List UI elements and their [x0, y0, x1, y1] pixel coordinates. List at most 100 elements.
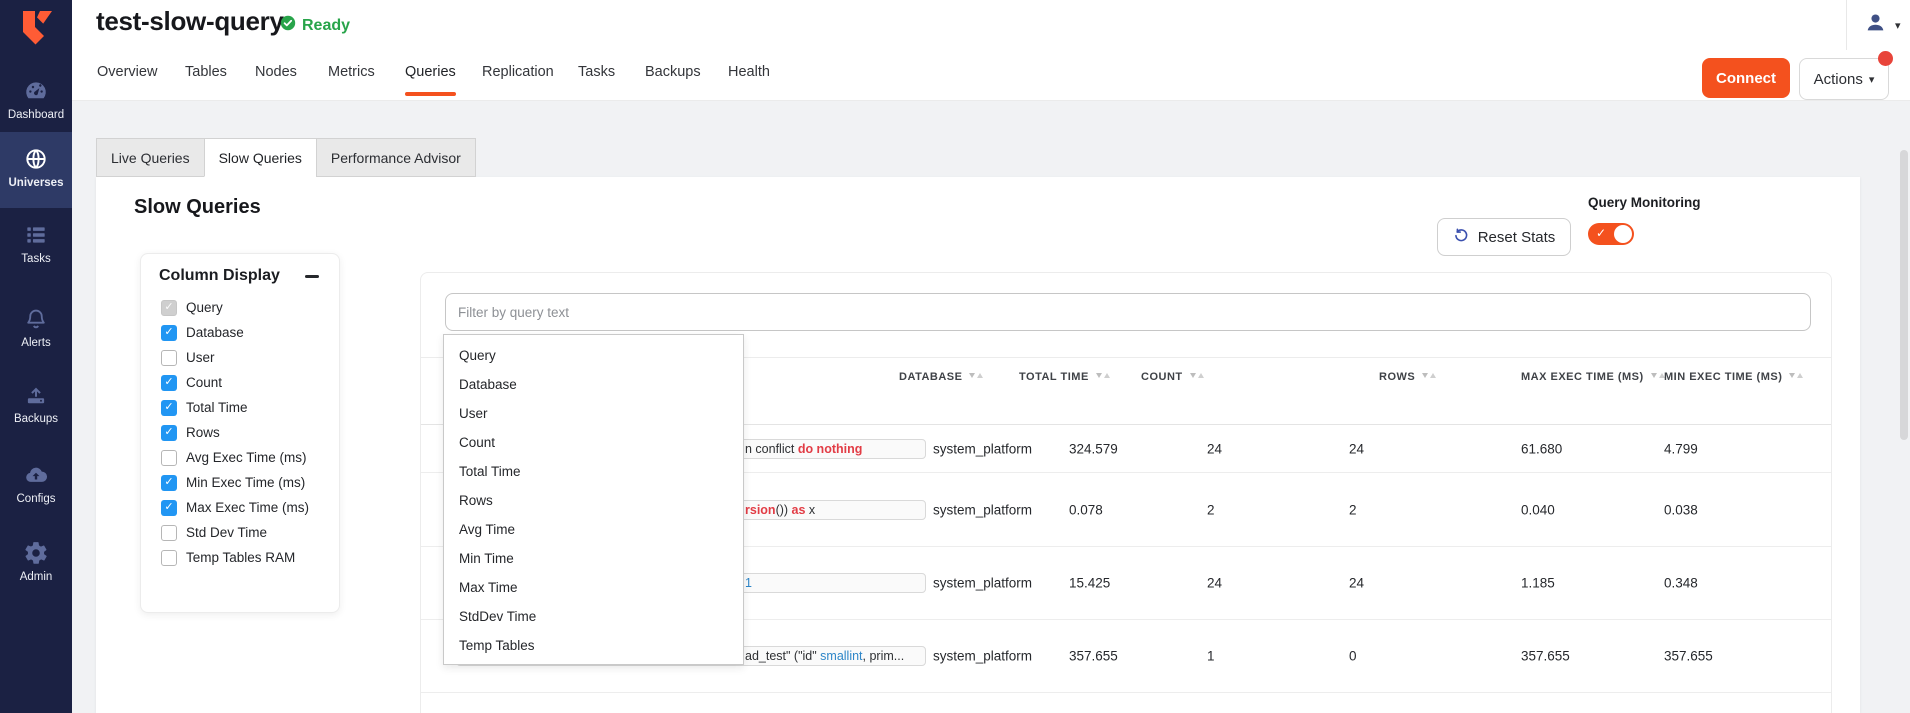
column-header-min[interactable]: MIN EXEC TIME (MS) [1664, 371, 1804, 383]
sidebar-item-alerts[interactable]: Alerts [0, 296, 72, 349]
check-circle-icon [280, 15, 296, 36]
dropdown-item-total-time[interactable]: Total Time [444, 457, 743, 486]
checkbox-checked-icon: ✓ [161, 500, 177, 516]
nav-tab-queries[interactable]: Queries [405, 64, 456, 96]
nav-tab-overview[interactable]: Overview [97, 64, 157, 96]
column-option-max-exec-time-ms[interactable]: ✓Max Exec Time (ms) [141, 495, 339, 520]
checkbox-checked-icon: ✓ [161, 400, 177, 416]
connect-button[interactable]: Connect [1702, 58, 1790, 98]
column-header-database[interactable]: DATABASE [899, 371, 984, 383]
sidebar-item-label: Admin [20, 571, 53, 583]
actions-button[interactable]: Actions ▾ [1799, 58, 1889, 100]
user-menu[interactable]: ▾ [1846, 0, 1910, 50]
sidebar: Dashboard Universes Tasks Alerts Backups Conf… [0, 0, 72, 713]
column-option-total-time[interactable]: ✓Total Time [141, 395, 339, 420]
subtab-slow-queries[interactable]: Slow Queries [204, 138, 317, 177]
query-fragment: , prim... [863, 649, 905, 663]
dashboard-gauge-icon [23, 78, 49, 104]
cell-database: system_platform [933, 576, 1032, 591]
column-display-title: Column Display [159, 267, 280, 285]
column-option-count[interactable]: ✓Count [141, 370, 339, 395]
column-header-total_time[interactable]: TOTAL TIME [1019, 371, 1111, 383]
sidebar-item-label: Universes [9, 177, 64, 189]
dropdown-item-stddev-time[interactable]: StdDev Time [444, 602, 743, 631]
column-option-rows[interactable]: ✓Rows [141, 420, 339, 445]
yugabyte-logo[interactable] [14, 7, 58, 51]
nav-tab-nodes[interactable]: Nodes [255, 64, 297, 96]
sidebar-item-universes[interactable]: Universes [0, 132, 72, 208]
subtab-live-queries[interactable]: Live Queries [96, 138, 205, 177]
column-header-label: ROWS [1379, 371, 1415, 383]
cell-database: system_platform [933, 502, 1032, 517]
dropdown-item-max-time[interactable]: Max Time [444, 573, 743, 602]
query-fragment: 1 [745, 576, 752, 590]
dropdown-item-count[interactable]: Count [444, 428, 743, 457]
column-header-label: MAX EXEC TIME (MS) [1521, 371, 1644, 383]
notification-dot [1878, 51, 1893, 66]
column-header-max[interactable]: MAX EXEC TIME (MS) [1521, 371, 1666, 383]
column-option-min-exec-time-ms[interactable]: ✓Min Exec Time (ms) [141, 470, 339, 495]
sidebar-item-label: Alerts [21, 337, 50, 349]
cell-total_time: 357.655 [1069, 649, 1118, 664]
column-option-avg-exec-time-ms[interactable]: Avg Exec Time (ms) [141, 445, 339, 470]
minus-icon[interactable] [305, 275, 319, 278]
sidebar-item-configs[interactable]: Configs [0, 452, 72, 505]
checkbox-unchecked-icon [161, 525, 177, 541]
query-fragment: x [805, 503, 815, 517]
cell-database: system_platform [933, 649, 1032, 664]
column-header-rows[interactable]: ROWS [1379, 371, 1437, 383]
column-option-std-dev-time[interactable]: Std Dev Time [141, 520, 339, 545]
nav-tab-replication[interactable]: Replication [482, 64, 554, 96]
cell-min: 0.348 [1664, 576, 1698, 591]
query-filter-input[interactable] [445, 293, 1811, 331]
column-option-database[interactable]: ✓Database [141, 320, 339, 345]
column-display-card: Column Display ✓Query✓DatabaseUser✓Count… [140, 253, 340, 613]
sidebar-item-label: Dashboard [8, 109, 64, 121]
column-option-query[interactable]: ✓Query [141, 295, 339, 320]
dropdown-item-rows[interactable]: Rows [444, 486, 743, 515]
sidebar-item-label: Configs [17, 493, 56, 505]
query-monitoring-toggle[interactable] [1588, 223, 1634, 245]
checkbox-unchecked-icon [161, 450, 177, 466]
caret-down-icon: ▾ [1869, 73, 1875, 86]
column-option-temp-tables-ram[interactable]: Temp Tables RAM [141, 545, 339, 570]
cell-count: 1 [1207, 649, 1215, 664]
sidebar-item-dashboard[interactable]: Dashboard [0, 68, 72, 121]
column-option-user[interactable]: User [141, 345, 339, 370]
cell-rows: 2 [1349, 502, 1357, 517]
sidebar-item-admin[interactable]: Admin [0, 530, 72, 583]
dropdown-item-database[interactable]: Database [444, 370, 743, 399]
user-avatar-icon [1863, 10, 1888, 40]
column-header-label: DATABASE [899, 371, 962, 383]
sidebar-item-backups[interactable]: Backups [0, 372, 72, 425]
sort-arrows-icon [1189, 371, 1205, 383]
dropdown-item-min-time[interactable]: Min Time [444, 544, 743, 573]
nav-tab-health[interactable]: Health [728, 64, 770, 96]
dropdown-item-avg-time[interactable]: Avg Time [444, 515, 743, 544]
cell-count: 24 [1207, 576, 1222, 591]
tasks-list-icon [23, 222, 49, 248]
nav-tab-metrics[interactable]: Metrics [328, 64, 375, 96]
nav-tab-tasks[interactable]: Tasks [578, 64, 615, 96]
dropdown-item-query[interactable]: Query [444, 341, 743, 370]
reset-stats-label: Reset Stats [1478, 229, 1556, 246]
dropdown-item-temp-tables[interactable]: Temp Tables [444, 631, 743, 660]
nav-tab-tables[interactable]: Tables [185, 64, 227, 96]
sidebar-item-tasks[interactable]: Tasks [0, 212, 72, 265]
subtab-performance-advisor[interactable]: Performance Advisor [316, 138, 476, 177]
checkbox-checked-icon: ✓ [161, 300, 177, 316]
column-option-label: Database [186, 325, 244, 340]
column-option-label: Count [186, 375, 222, 390]
cell-total_time: 324.579 [1069, 441, 1118, 456]
cell-total_time: 0.078 [1069, 502, 1103, 517]
cell-rows: 0 [1349, 649, 1357, 664]
dropdown-item-user[interactable]: User [444, 399, 743, 428]
cell-max: 357.655 [1521, 649, 1570, 664]
cell-count: 24 [1207, 441, 1222, 456]
column-header-count[interactable]: COUNT [1141, 371, 1205, 383]
scrollbar-thumb[interactable] [1900, 150, 1908, 440]
page-title: test-slow-query [96, 6, 284, 37]
cell-max: 61.680 [1521, 441, 1562, 456]
reset-stats-button[interactable]: Reset Stats [1437, 218, 1571, 256]
nav-tab-backups[interactable]: Backups [645, 64, 701, 96]
